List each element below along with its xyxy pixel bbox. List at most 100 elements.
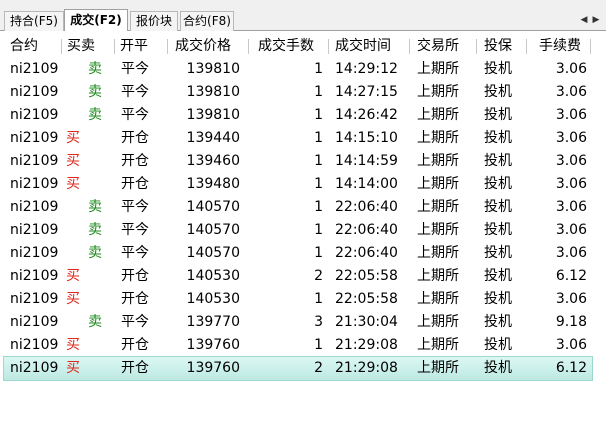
scroll-left-icon[interactable]: ◀ — [578, 12, 590, 28]
cell-hedge: 投机 — [484, 337, 512, 353]
cell-hedge: 投机 — [484, 130, 512, 146]
header-offset[interactable]: 开平 — [120, 35, 148, 58]
header-side[interactable]: 买卖 — [67, 35, 95, 58]
column-divider[interactable] — [590, 39, 591, 54]
column-divider[interactable] — [526, 39, 527, 54]
cell-exchange: 上期所 — [417, 153, 459, 169]
cell-side: 卖 — [88, 84, 102, 100]
header-price[interactable]: 成交价格 — [175, 35, 231, 58]
cell-hedge: 投机 — [484, 107, 512, 123]
column-divider[interactable] — [409, 39, 410, 54]
cell-exchange: 上期所 — [417, 222, 459, 238]
table-row[interactable]: ni2109 买 开仓 139440 1 14:15:10 上期所 投机 3.06 — [4, 127, 592, 150]
table-row[interactable]: ni2109 卖 平今 139770 3 21:30:04 上期所 投机 9.18 — [4, 311, 592, 334]
cell-time: 22:05:58 — [335, 268, 398, 284]
cell-fee: 3.06 — [555, 245, 587, 261]
cell-side: 卖 — [88, 61, 102, 77]
cell-side: 买 — [66, 268, 80, 284]
trades-grid: 合约 买卖 开平 成交价格 成交手数 成交时间 交易所 投保 手续费 ni210… — [3, 35, 593, 381]
cell-time: 21:30:04 — [335, 314, 398, 330]
cell-qty: 1 — [314, 337, 323, 353]
cell-exchange: 上期所 — [417, 291, 459, 307]
cell-offset: 开仓 — [121, 176, 149, 192]
tab-positions[interactable]: 持合(F5) — [4, 11, 64, 31]
table-row[interactable]: ni2109 卖 平今 139810 1 14:29:12 上期所 投机 3.06 — [4, 58, 592, 81]
cell-hedge: 投机 — [484, 153, 512, 169]
table-row[interactable]: ni2109 卖 平今 139810 1 14:26:42 上期所 投机 3.06 — [4, 104, 592, 127]
cell-hedge: 投机 — [484, 199, 512, 215]
cell-side: 卖 — [88, 107, 102, 123]
cell-exchange: 上期所 — [417, 360, 459, 376]
cell-fee: 3.06 — [555, 291, 587, 307]
header-time[interactable]: 成交时间 — [335, 35, 391, 58]
table-row[interactable]: ni2109 卖 平今 140570 1 22:06:40 上期所 投机 3.06 — [4, 219, 592, 242]
header-hedge[interactable]: 投保 — [484, 35, 512, 58]
header-contract[interactable]: 合约 — [10, 35, 38, 58]
header-qty[interactable]: 成交手数 — [258, 35, 314, 58]
cell-price: 139810 — [186, 61, 240, 77]
cell-price: 139440 — [186, 130, 240, 146]
table-row[interactable]: ni2109 买 开仓 139760 1 21:29:08 上期所 投机 3.06 — [4, 334, 592, 357]
column-divider[interactable] — [61, 39, 62, 54]
cell-side: 卖 — [88, 314, 102, 330]
cell-time: 14:26:42 — [335, 107, 398, 123]
cell-contract: ni2109 — [10, 84, 59, 100]
cell-side: 买 — [66, 153, 80, 169]
cell-fee: 3.06 — [555, 199, 587, 215]
column-divider[interactable] — [114, 39, 115, 54]
tab-contracts[interactable]: 合约(F8) — [180, 11, 234, 31]
tab-bar: 持合(F5) 成交(F2) 报价块 合约(F8) ◀ ▶ — [0, 9, 606, 31]
table-row[interactable]: ni2109 卖 平今 140570 1 22:06:40 上期所 投机 3.06 — [4, 242, 592, 265]
cell-fee: 3.06 — [555, 176, 587, 192]
cell-contract: ni2109 — [10, 61, 59, 77]
cell-qty: 3 — [314, 314, 323, 330]
cell-contract: ni2109 — [10, 314, 59, 330]
cell-exchange: 上期所 — [417, 314, 459, 330]
header-fee[interactable]: 手续费 — [539, 35, 581, 58]
cell-price: 139480 — [186, 176, 240, 192]
cell-qty: 1 — [314, 222, 323, 238]
cell-time: 22:06:40 — [335, 222, 398, 238]
column-divider[interactable] — [328, 39, 329, 54]
cell-hedge: 投机 — [484, 314, 512, 330]
cell-hedge: 投机 — [484, 291, 512, 307]
table-row[interactable]: ni2109 买 开仓 140530 1 22:05:58 上期所 投机 3.06 — [4, 288, 592, 311]
tab-quote-block[interactable]: 报价块 — [130, 11, 178, 31]
table-row[interactable]: ni2109 卖 平今 140570 1 22:06:40 上期所 投机 3.06 — [4, 196, 592, 219]
cell-contract: ni2109 — [10, 245, 59, 261]
column-divider[interactable] — [476, 39, 477, 54]
header-exchange[interactable]: 交易所 — [417, 35, 459, 58]
cell-offset: 开仓 — [121, 130, 149, 146]
cell-offset: 平今 — [121, 199, 149, 215]
cell-price: 139810 — [186, 84, 240, 100]
cell-time: 21:29:08 — [335, 337, 398, 353]
cell-side: 买 — [66, 360, 80, 376]
cell-exchange: 上期所 — [417, 337, 459, 353]
cell-side: 卖 — [88, 199, 102, 215]
cell-exchange: 上期所 — [417, 176, 459, 192]
cell-exchange: 上期所 — [417, 107, 459, 123]
cell-price: 139760 — [186, 360, 240, 376]
cell-fee: 3.06 — [555, 84, 587, 100]
cell-hedge: 投机 — [484, 61, 512, 77]
scroll-right-icon[interactable]: ▶ — [590, 12, 602, 28]
cell-qty: 1 — [314, 153, 323, 169]
column-divider[interactable] — [167, 39, 168, 54]
cell-offset: 平今 — [121, 84, 149, 100]
cell-side: 买 — [66, 291, 80, 307]
table-row[interactable]: ni2109 买 开仓 139480 1 14:14:00 上期所 投机 3.06 — [4, 173, 592, 196]
cell-qty: 1 — [314, 245, 323, 261]
cell-offset: 平今 — [121, 314, 149, 330]
cell-time: 14:15:10 — [335, 130, 398, 146]
cell-hedge: 投机 — [484, 176, 512, 192]
table-row[interactable]: ni2109 卖 平今 139810 1 14:27:15 上期所 投机 3.06 — [4, 81, 592, 104]
table-row[interactable]: ni2109 买 开仓 139760 2 21:29:08 上期所 投机 6.12 — [3, 356, 593, 381]
cell-exchange: 上期所 — [417, 130, 459, 146]
table-row[interactable]: ni2109 买 开仓 139460 1 14:14:59 上期所 投机 3.06 — [4, 150, 592, 173]
table-row[interactable]: ni2109 买 开仓 140530 2 22:05:58 上期所 投机 6.12 — [4, 265, 592, 288]
cell-price: 139760 — [186, 337, 240, 353]
cell-price: 140530 — [186, 268, 240, 284]
column-divider[interactable] — [248, 39, 249, 54]
cell-price: 140570 — [186, 245, 240, 261]
tab-trades[interactable]: 成交(F2) — [64, 9, 128, 31]
